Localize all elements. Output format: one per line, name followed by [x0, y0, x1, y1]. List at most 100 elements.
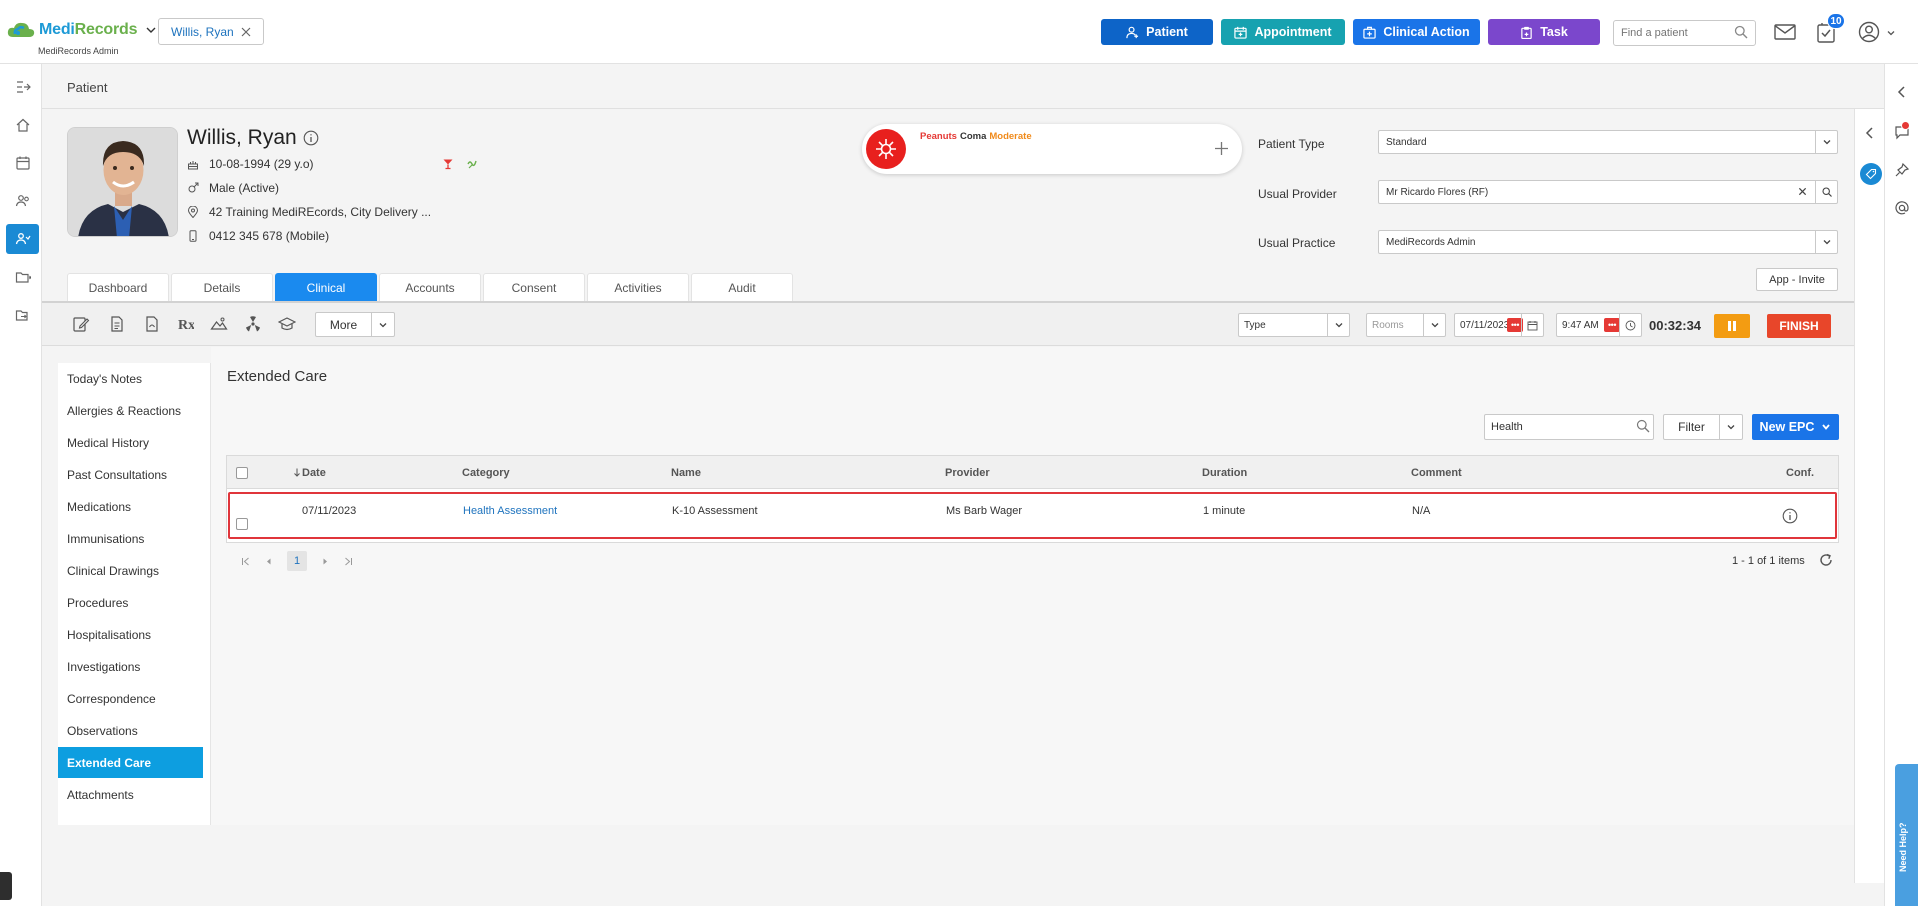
mail-icon[interactable]: [1774, 23, 1796, 41]
subnav-medications[interactable]: Medications: [58, 491, 203, 522]
col-name[interactable]: Name: [671, 467, 701, 479]
pin-icon[interactable]: [1894, 162, 1910, 178]
at-sign-icon[interactable]: [1894, 200, 1910, 216]
clear-icon[interactable]: [1798, 187, 1807, 196]
tab-clinical[interactable]: Clinical: [275, 273, 377, 302]
col-category[interactable]: Category: [462, 467, 510, 479]
chevron-left-icon[interactable]: [1894, 84, 1910, 100]
map-pin-icon: [187, 206, 199, 218]
nav-folders[interactable]: [6, 262, 39, 292]
clock-icon[interactable]: [1625, 320, 1636, 331]
subnav-immunisations[interactable]: Immunisations: [58, 523, 203, 554]
date-picker[interactable]: 07/11/2023 •••: [1454, 313, 1544, 337]
col-conf[interactable]: Conf.: [1786, 467, 1814, 479]
nav-home[interactable]: [6, 110, 39, 140]
tab-details[interactable]: Details: [171, 273, 273, 302]
calendar-icon[interactable]: [1527, 320, 1538, 331]
subnav-past-consultations[interactable]: Past Consultations: [58, 459, 203, 490]
prescription-icon[interactable]: Rx: [176, 315, 194, 333]
edit-note-icon[interactable]: [72, 315, 90, 333]
more-dropdown[interactable]: More: [315, 312, 395, 337]
nav-expand[interactable]: [6, 72, 39, 102]
consult-timer: 00:32:34: [1649, 318, 1702, 333]
col-comment[interactable]: Comment: [1411, 467, 1462, 479]
new-epc-button[interactable]: New EPC: [1752, 414, 1839, 440]
info-icon[interactable]: [303, 130, 319, 146]
subnav-todays-notes[interactable]: Today's Notes: [58, 363, 203, 394]
add-user-icon: [1126, 26, 1139, 38]
col-provider[interactable]: Provider: [945, 467, 990, 479]
next-page-icon[interactable]: [321, 557, 330, 566]
col-date[interactable]: Date: [293, 467, 326, 479]
subnav-clinical-drawings[interactable]: Clinical Drawings: [58, 555, 203, 586]
tab-consent[interactable]: Consent: [483, 273, 585, 302]
search-icon[interactable]: [1734, 25, 1748, 39]
nav-contacts[interactable]: [6, 186, 39, 216]
page-number[interactable]: 1: [287, 551, 307, 571]
prev-page-icon[interactable]: [264, 557, 273, 566]
user-avatar-icon[interactable]: [1858, 21, 1880, 43]
pause-icon: [1728, 321, 1736, 331]
allergy-summary[interactable]: Peanuts Coma Moderate: [862, 124, 1242, 174]
search-icon[interactable]: [1821, 187, 1832, 197]
chevron-down-icon: [1822, 424, 1831, 430]
patient-button[interactable]: Patient: [1101, 19, 1213, 45]
subnav-allergies[interactable]: Allergies & Reactions: [58, 395, 203, 426]
education-icon[interactable]: [278, 315, 296, 333]
finish-button[interactable]: FINISH: [1767, 314, 1831, 338]
subnav-observations[interactable]: Observations: [58, 715, 203, 746]
app-invite-button[interactable]: App - Invite: [1756, 268, 1838, 291]
patient-name: Willis, Ryan: [187, 126, 319, 150]
search-icon[interactable]: [1636, 419, 1650, 433]
pause-button[interactable]: [1714, 314, 1750, 338]
first-page-icon[interactable]: [241, 557, 250, 566]
side-panel-toggle[interactable]: [0, 872, 12, 900]
nav-calendar[interactable]: [6, 148, 39, 178]
usual-provider-field[interactable]: Mr Ricardo Flores (RF): [1378, 180, 1838, 204]
refresh-icon[interactable]: [1819, 553, 1833, 567]
smoking-icon[interactable]: [466, 158, 478, 170]
subnav-hospitalisations[interactable]: Hospitalisations: [58, 619, 203, 650]
subnav-extended-care[interactable]: Extended Care: [58, 747, 203, 778]
tag-button[interactable]: [1860, 163, 1882, 185]
last-page-icon[interactable]: [344, 557, 353, 566]
clinical-action-button[interactable]: Clinical Action: [1353, 19, 1480, 45]
tab-audit[interactable]: Audit: [691, 273, 793, 302]
info-icon[interactable]: [1782, 508, 1798, 524]
rooms-select[interactable]: Rooms: [1366, 313, 1446, 337]
tab-accounts[interactable]: Accounts: [379, 273, 481, 302]
radiation-icon[interactable]: [244, 315, 262, 333]
app-logo[interactable]: MediRecords: [6, 20, 157, 40]
patient-type-select[interactable]: Standard: [1378, 130, 1838, 154]
time-more-icon[interactable]: •••: [1604, 318, 1620, 332]
epc-search-input[interactable]: [1484, 414, 1654, 440]
col-duration[interactable]: Duration: [1202, 467, 1247, 479]
referral-icon[interactable]: [143, 315, 161, 333]
tab-dashboard[interactable]: Dashboard: [67, 273, 169, 302]
chevron-left-icon[interactable]: [1862, 125, 1878, 141]
task-button[interactable]: Task: [1488, 19, 1600, 45]
close-icon[interactable]: [241, 27, 251, 37]
alcohol-icon[interactable]: [442, 158, 454, 170]
subnav-investigations[interactable]: Investigations: [58, 651, 203, 682]
image-icon[interactable]: [210, 315, 228, 333]
nav-patients[interactable]: [6, 224, 39, 254]
chevron-down-icon[interactable]: [145, 24, 157, 36]
nav-export[interactable]: [6, 300, 39, 330]
add-allergy-icon[interactable]: [1214, 141, 1229, 156]
open-patient-tab[interactable]: Willis, Ryan: [158, 18, 264, 45]
usual-practice-select[interactable]: MediRecords Admin: [1378, 230, 1838, 254]
subnav-attachments[interactable]: Attachments: [58, 779, 203, 810]
select-all-checkbox[interactable]: [236, 467, 248, 479]
time-picker[interactable]: 9:47 AM •••: [1556, 313, 1642, 337]
document-icon[interactable]: [108, 315, 126, 333]
appointment-button[interactable]: Appointment: [1221, 19, 1345, 45]
tab-activities[interactable]: Activities: [587, 273, 689, 302]
subnav-procedures[interactable]: Procedures: [58, 587, 203, 618]
subnav-correspondence[interactable]: Correspondence: [58, 683, 203, 714]
need-help-tab[interactable]: Need Help?: [1895, 764, 1918, 906]
subnav-medical-history[interactable]: Medical History: [58, 427, 203, 458]
filter-dropdown[interactable]: Filter: [1663, 414, 1743, 440]
type-select[interactable]: Type: [1238, 313, 1350, 337]
chevron-down-icon[interactable]: [1886, 28, 1896, 38]
